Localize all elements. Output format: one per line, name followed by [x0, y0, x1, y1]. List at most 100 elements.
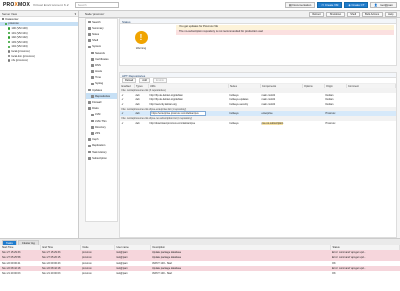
status-dot-icon — [5, 22, 8, 26]
reboot-button[interactable]: Reboot — [308, 11, 325, 17]
task-cell-node: proxmox — [82, 272, 92, 276]
menu-item-label: System — [92, 45, 102, 49]
product-version: Virtual Environment 6.2 — [32, 3, 69, 7]
user-label: root@pam — [379, 3, 393, 7]
create-ct-button[interactable]: ◈ Create CT — [344, 1, 369, 9]
menu-item-label: Shell — [92, 39, 99, 43]
node-toolbar: Node 'proxmox' Reboot Shutdown Shell Bul… — [79, 11, 400, 18]
tree-item-label: nfs (proxmox) — [11, 59, 28, 63]
warning-label: Warning — [135, 46, 147, 50]
repo-value-enabled[interactable]: ✔ — [122, 94, 124, 97]
repo-value-origin: Proxmox — [325, 112, 336, 116]
status-dot-icon — [8, 36, 11, 39]
repo-value-components: main contrib — [261, 93, 276, 97]
repo-cell-components: pve-no-subscription — [260, 121, 302, 126]
resource-tree: Server View ▾ Datacenter proxmox 100 (VM 10… — [0, 11, 79, 238]
tab-tasks[interactable]: Tasks — [2, 240, 17, 245]
status-dot-icon — [8, 59, 11, 62]
menu-item-label: Subscription — [92, 156, 107, 160]
repo-value-enabled[interactable]: ✔ — [122, 122, 124, 125]
repo-cell-options — [302, 121, 324, 126]
top-bar: PRO X MOX Virtual Environment 6.2 Search ▤… — [0, 0, 400, 11]
repo-value-origin: Debian — [325, 102, 334, 106]
menu-icon — [88, 138, 91, 141]
chevron-down-icon: ▾ — [74, 12, 76, 16]
menu-item-label: LVM — [95, 113, 101, 117]
repo-cell-uri: http://download.proxmox.com/debian/pve — [148, 121, 228, 126]
repo-value-uri: http://ftp.de.debian.org/debian — [149, 98, 183, 102]
repo-value-suite: bullseye-updates — [229, 98, 249, 102]
repo-file-label: File: /etc/apt/sources.list.d/pve-no-sub… — [121, 117, 193, 121]
repo-value-type: deb — [135, 93, 140, 97]
repo-cell-enabled: ✔ — [120, 121, 134, 126]
menu-icon — [91, 132, 94, 135]
node-menu: Search Summary Notes Shell System Network Cert… — [85, 18, 118, 222]
menu-icon — [88, 101, 91, 104]
warning-icon: ! — [134, 31, 148, 44]
user-menu-button[interactable]: 👤 root@pam — [370, 1, 397, 9]
repo-value-suite: bullseye — [229, 121, 239, 125]
repo-cell-type: deb — [134, 121, 148, 126]
menu-item-label: Syslog — [95, 82, 104, 86]
shutdown-button[interactable]: Shutdown — [326, 11, 345, 17]
menu-icon — [91, 82, 94, 86]
menu-icon — [91, 76, 94, 80]
shell-button[interactable]: Shell — [346, 11, 360, 17]
reload-button[interactable]: Reload — [122, 78, 137, 83]
menu-icon — [91, 64, 94, 67]
enable-button[interactable]: Enable — [152, 78, 167, 83]
tree-item[interactable]: nfs (proxmox) — [0, 58, 78, 63]
repo-cell-suite: bullseye — [228, 121, 260, 126]
repo-value-components: pve-no-subscription — [261, 121, 284, 125]
tree-item-label: proxmox — [8, 22, 19, 26]
repo-value-enabled[interactable]: ✔ — [122, 98, 124, 101]
repo-row[interactable]: ✔ deb http://download.proxmox.com/debian/p… — [120, 121, 396, 126]
repo-value-components: main contrib — [261, 98, 276, 102]
menu-item-label: ZFS — [95, 131, 101, 135]
repo-file-label: File: /etc/apt/sources.list (3 repositor… — [121, 89, 166, 93]
task-cell-start: Nov 21 20:00:03 — [2, 272, 21, 276]
menu-icon — [88, 45, 91, 49]
menu-item-label: Hosts — [95, 70, 102, 74]
menu-icon — [91, 95, 94, 98]
menu-item-label: Summary — [92, 26, 104, 30]
tree-item-label: 104 (VM 104) — [11, 45, 28, 49]
tasks-table: Start Time End Time Node User name Descripti… — [0, 245, 400, 276]
menu-item-label: Ceph — [92, 138, 99, 142]
user-icon: 👤 — [374, 3, 378, 7]
repo-value-enabled[interactable]: ✔ — [122, 112, 124, 115]
status-dot-icon — [8, 54, 11, 58]
repo-value-origin: Debian — [325, 98, 334, 102]
repo-value-uri: http://security.debian.org — [149, 102, 177, 106]
menu-icon — [91, 125, 94, 129]
proxmox-logo: PRO X MOX Virtual Environment 6.2 — [3, 2, 69, 8]
repo-value-type: deb — [135, 112, 140, 116]
menu-icon — [88, 39, 91, 42]
repo-cell-origin: Proxmox — [324, 121, 346, 126]
documentation-button[interactable]: ▤ Documentation — [284, 1, 316, 9]
task-cell-user: root@pam — [116, 272, 128, 276]
repo-value-type: deb — [135, 102, 140, 106]
menu-item[interactable]: Subscription — [86, 155, 117, 161]
monitor-icon: ▭ — [321, 3, 324, 7]
help-button[interactable]: Help — [384, 11, 397, 17]
bulk-actions-button[interactable]: Bulk Actions — [361, 11, 383, 17]
add-button[interactable]: Add — [139, 78, 150, 83]
task-cell-status: OK — [332, 272, 336, 276]
status-dot-icon — [8, 41, 11, 44]
repo-value-type: deb — [135, 121, 140, 125]
repo-value-uri[interactable]: https://enterprise.proxmox.com/debian/pv… — [149, 111, 206, 117]
repo-value-uri: http://download.proxmox.com/debian/pve — [149, 121, 196, 125]
create-vm-button[interactable]: ▭ Create VM — [317, 1, 343, 9]
status-dot-icon — [2, 18, 5, 21]
menu-icon — [88, 156, 91, 160]
repo-value-origin: Proxmox — [325, 121, 336, 125]
search-input[interactable]: Search — [74, 2, 119, 8]
tree-item-label: Datacenter — [5, 17, 19, 21]
task-row[interactable]: Nov 21 20:00:03 Nov 21 20:00:03 proxmox roo… — [0, 271, 400, 276]
cube-icon: ◈ — [348, 3, 351, 7]
status-dot-icon — [8, 45, 11, 49]
tab-cluster-log[interactable]: Cluster log — [17, 240, 39, 245]
menu-item-label: Time — [95, 76, 101, 80]
repo-value-enabled[interactable]: ✔ — [122, 103, 124, 106]
